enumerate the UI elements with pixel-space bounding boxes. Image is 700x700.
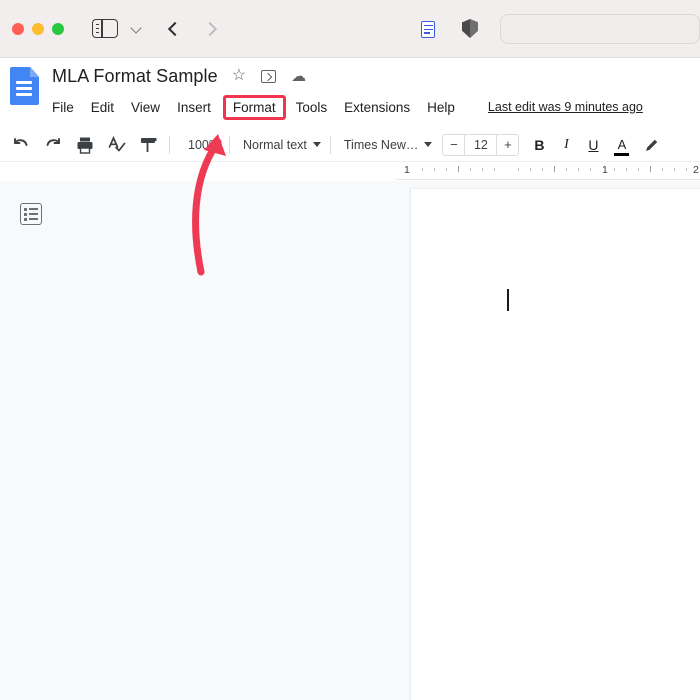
star-icon[interactable]: ☆ [232,68,246,84]
paint-format-icon[interactable] [138,134,160,156]
font-size-stepper[interactable]: − 12 + [442,133,520,156]
docs-header: MLA Format Sample ☆ ☁ File Edit View Ins… [0,58,700,128]
paragraph-style-value: Normal text [242,137,307,152]
menu-item-help[interactable]: Help [427,100,455,115]
document-page[interactable] [410,189,700,700]
menu-item-edit[interactable]: Edit [91,100,114,115]
menu-item-format[interactable]: Format [222,94,286,120]
forward-button-icon[interactable] [203,19,217,39]
window-controls [12,22,64,35]
maximize-window-button[interactable] [52,22,64,35]
title-row: MLA Format Sample ☆ ☁ [52,62,643,90]
redo-icon[interactable] [42,134,64,156]
browser-toolbar [0,0,700,58]
menu-item-file[interactable]: File [52,100,74,115]
print-icon[interactable] [74,134,96,156]
undo-icon[interactable] [10,134,32,156]
google-docs-icon[interactable] [10,67,39,105]
bold-button[interactable]: B [532,137,546,153]
chevron-down-icon [424,142,433,147]
italic-button[interactable]: I [559,137,573,153]
menu-item-tools[interactable]: Tools [296,100,328,115]
document-outline-icon[interactable] [20,203,42,225]
page-title[interactable]: MLA Format Sample [52,66,218,87]
minimize-window-button[interactable] [32,22,44,35]
toolbar-separator [228,135,230,154]
paragraph-style-dropdown[interactable]: Normal text [243,138,321,152]
toolbar-separator [169,135,170,154]
formatting-toolbar: 100% Normal text Times New… − 12 + B I U… [0,128,700,162]
increase-font-size-button[interactable]: + [497,137,518,152]
decrease-font-size-button[interactable]: − [443,137,464,152]
cloud-status-icon[interactable]: ☁ [291,69,306,84]
menu-item-insert[interactable]: Insert [177,100,211,115]
ruler-label: 1 [602,164,608,176]
google-docs-window: MLA Format Sample ☆ ☁ File Edit View Ins… [0,0,700,700]
document-canvas [0,181,700,700]
text-cursor [507,289,509,311]
font-family-dropdown[interactable]: Times New… [344,138,433,152]
chevron-down-icon [312,142,321,147]
menu-item-view[interactable]: View [131,100,160,115]
address-bar-input[interactable] [500,13,700,44]
spellcheck-icon[interactable] [106,134,128,156]
last-edit-status[interactable]: Last edit was 9 minutes ago [488,100,643,114]
text-color-button[interactable]: A [614,137,630,156]
browser-right-controls [420,13,700,44]
menu-bar: File Edit View Insert Format Tools Exten… [52,94,643,120]
move-to-folder-icon[interactable] [261,69,277,83]
underline-button[interactable]: U [586,137,600,153]
reading-list-icon[interactable] [420,19,436,39]
ruler-label: 1 [404,164,410,176]
sidebar-toggle-icon[interactable] [92,19,118,38]
privacy-shield-icon[interactable] [462,19,478,38]
horizontal-ruler[interactable]: 1 1 2 [396,162,700,180]
close-window-button[interactable] [12,22,24,35]
menu-item-extensions[interactable]: Extensions [344,100,410,115]
chevron-down-icon[interactable] [131,23,143,35]
font-family-value: Times New… [343,137,419,152]
title-and-menu: MLA Format Sample ☆ ☁ File Edit View Ins… [52,62,643,120]
zoom-level[interactable]: 100% [188,138,220,152]
back-button-icon[interactable] [167,19,181,39]
highlight-color-icon[interactable] [643,136,661,154]
ruler-label: 2 [693,164,699,176]
font-size-value[interactable]: 12 [464,134,498,155]
toolbar-separator [329,135,331,154]
